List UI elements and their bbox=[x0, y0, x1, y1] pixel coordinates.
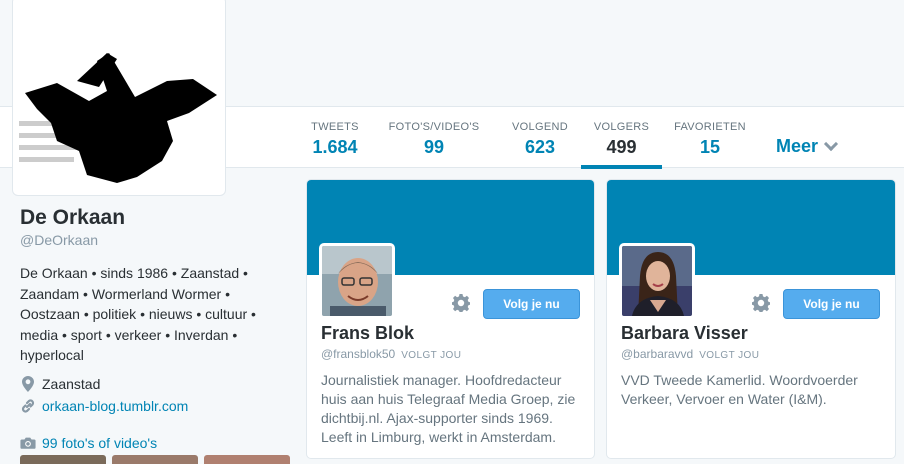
follower-card[interactable]: Volg je nu Frans Blok @fransblok50 VOLGT … bbox=[306, 179, 595, 459]
follower-name[interactable]: Frans Blok bbox=[321, 323, 414, 344]
avatar-photo bbox=[622, 246, 692, 316]
stat-value: 1.684 bbox=[312, 137, 358, 157]
profile-stats: TWEETS 1.684 FOTO'S/VIDEO'S 99 VOLGEND 6… bbox=[300, 106, 752, 169]
stat-value: 99 bbox=[423, 137, 445, 157]
follow-back-button[interactable]: Volg je nu bbox=[783, 289, 880, 319]
camera-icon bbox=[20, 436, 36, 450]
follower-handle-row: @fransblok50 VOLGT JOU bbox=[321, 347, 461, 361]
stat-value: 15 bbox=[699, 137, 721, 157]
follower-handle-row: @barbaravvd VOLGT JOU bbox=[621, 347, 759, 361]
follows-you-badge: VOLGT JOU bbox=[699, 350, 760, 361]
stat-label: FOTO'S/VIDEO'S bbox=[388, 121, 480, 133]
gear-icon[interactable] bbox=[452, 294, 470, 312]
stat-photos-videos[interactable]: FOTO'S/VIDEO'S 99 bbox=[380, 106, 488, 168]
stat-followers[interactable]: VOLGERS 499 bbox=[581, 106, 662, 169]
avatar-image bbox=[17, 1, 221, 189]
profile-photos-link[interactable]: 99 foto's of video's bbox=[20, 435, 285, 451]
profile-url[interactable]: orkaan-blog.tumblr.com bbox=[20, 398, 285, 414]
photo-thumbnail[interactable] bbox=[20, 455, 106, 464]
follower-avatar[interactable] bbox=[319, 243, 395, 319]
follower-bio: VVD Tweede Kamerlid. Woordvoerder Verkee… bbox=[621, 372, 858, 407]
photo-thumbnail[interactable] bbox=[204, 455, 290, 464]
follow-back-button[interactable]: Volg je nu bbox=[483, 289, 580, 319]
follower-name[interactable]: Barbara Visser bbox=[621, 323, 748, 344]
stat-value: 499 bbox=[606, 137, 637, 157]
location-text: Zaanstad bbox=[42, 375, 101, 392]
profile-name[interactable]: De Orkaan bbox=[20, 206, 285, 230]
profile-location: Zaanstad bbox=[20, 375, 285, 392]
follows-you-badge: VOLGT JOU bbox=[401, 350, 462, 361]
stat-following[interactable]: VOLGEND 623 bbox=[505, 106, 575, 168]
profile-handle[interactable]: @DeOrkaan bbox=[20, 232, 285, 248]
follower-avatar[interactable] bbox=[619, 243, 695, 319]
stat-label: FAVORIETEN bbox=[674, 121, 746, 133]
stat-label: VOLGEND bbox=[512, 121, 568, 133]
chevron-down-icon bbox=[823, 136, 839, 151]
avatar-photo bbox=[322, 246, 392, 316]
stat-label: TWEETS bbox=[311, 121, 359, 133]
stat-value: 623 bbox=[524, 137, 556, 157]
photo-thumbnails bbox=[20, 455, 290, 464]
url-link[interactable]: orkaan-blog.tumblr.com bbox=[42, 398, 188, 414]
stat-tweets[interactable]: TWEETS 1.684 bbox=[300, 106, 370, 168]
gear-icon[interactable] bbox=[752, 294, 770, 312]
more-label: Meer bbox=[776, 136, 819, 156]
profile-bio: De Orkaan • sinds 1986 • Zaanstad • Zaan… bbox=[20, 265, 256, 363]
more-menu-button[interactable]: Meer bbox=[776, 136, 839, 157]
stat-label: VOLGERS bbox=[593, 121, 650, 133]
link-icon bbox=[20, 398, 36, 414]
location-pin-icon bbox=[20, 375, 36, 392]
stat-favorites[interactable]: FAVORIETEN 15 bbox=[668, 106, 752, 168]
follower-handle[interactable]: @barbaravvd bbox=[621, 347, 693, 361]
airplane-logo-icon bbox=[19, 53, 217, 183]
profile-avatar[interactable] bbox=[12, 0, 226, 196]
follower-bio: Journalistiek manager. Hoofdredacteur hu… bbox=[321, 372, 576, 445]
photos-label[interactable]: 99 foto's of video's bbox=[42, 435, 157, 451]
photo-thumbnail[interactable] bbox=[112, 455, 198, 464]
follower-handle[interactable]: @fransblok50 bbox=[321, 347, 395, 361]
profile-sidebar: De Orkaan @DeOrkaan De Orkaan • sinds 19… bbox=[20, 206, 285, 451]
follower-card[interactable]: Volg je nu Barbara Visser @barbaravvd VOL… bbox=[606, 179, 896, 459]
